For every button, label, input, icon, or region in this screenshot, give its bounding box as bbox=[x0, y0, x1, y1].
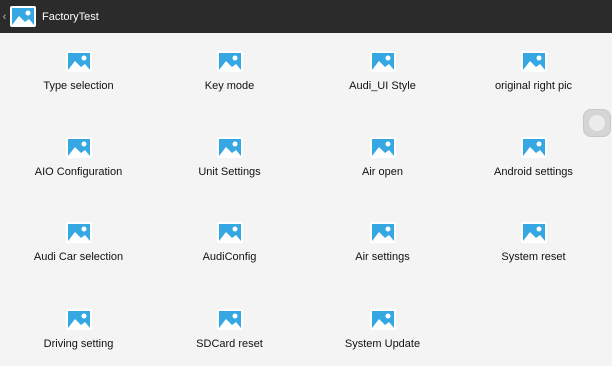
menu-item-driving-setting[interactable]: Driving setting bbox=[2, 309, 155, 350]
image-placeholder-icon bbox=[369, 309, 396, 330]
page-title: FactoryTest bbox=[42, 10, 99, 23]
menu-grid: Type selection Key mode Audi_UI Style or… bbox=[0, 33, 612, 366]
title-bar: ‹ FactoryTest bbox=[0, 0, 612, 33]
menu-item-system-update[interactable]: System Update bbox=[306, 309, 459, 350]
menu-item-label: System Update bbox=[344, 338, 421, 350]
menu-item-audi-ui-style[interactable]: Audi_UI Style bbox=[306, 51, 459, 92]
menu-item-label: SDCard reset bbox=[196, 338, 263, 350]
floating-assistive-touch-button[interactable] bbox=[583, 109, 611, 137]
menu-item-system-reset[interactable]: System reset bbox=[457, 222, 610, 263]
menu-item-audi-car-selection[interactable]: Audi Car selection bbox=[2, 222, 155, 263]
menu-item-label: Air settings bbox=[355, 251, 410, 263]
menu-item-original-right-pic[interactable]: original right pic bbox=[457, 51, 610, 92]
image-placeholder-icon bbox=[10, 6, 36, 27]
image-placeholder-icon bbox=[216, 222, 243, 243]
menu-item-unit-settings[interactable]: Unit Settings bbox=[153, 137, 306, 178]
menu-item-key-mode[interactable]: Key mode bbox=[153, 51, 306, 92]
menu-item-label: AudiConfig bbox=[202, 251, 257, 263]
back-chevron-icon[interactable]: ‹ bbox=[0, 0, 9, 33]
menu-item-android-settings[interactable]: Android settings bbox=[457, 137, 610, 178]
image-placeholder-icon bbox=[369, 222, 396, 243]
image-placeholder-icon bbox=[520, 222, 547, 243]
menu-item-label: Air open bbox=[362, 166, 403, 178]
image-placeholder-icon bbox=[369, 51, 396, 72]
image-placeholder-icon bbox=[65, 51, 92, 72]
image-placeholder-icon bbox=[216, 137, 243, 158]
menu-item-audiconfig[interactable]: AudiConfig bbox=[153, 222, 306, 263]
menu-item-label: original right pic bbox=[494, 80, 573, 92]
image-placeholder-icon bbox=[65, 309, 92, 330]
image-placeholder-icon bbox=[65, 137, 92, 158]
image-placeholder-icon bbox=[520, 51, 547, 72]
menu-item-label: Audi_UI Style bbox=[349, 80, 416, 92]
image-placeholder-icon bbox=[216, 51, 243, 72]
menu-item-air-settings[interactable]: Air settings bbox=[306, 222, 459, 263]
image-placeholder-icon bbox=[520, 137, 547, 158]
menu-item-label: Unit Settings bbox=[198, 166, 261, 178]
menu-item-label: AIO Configuration bbox=[34, 166, 123, 178]
image-placeholder-icon bbox=[65, 222, 92, 243]
menu-item-label: Key mode bbox=[204, 80, 255, 92]
menu-item-air-open[interactable]: Air open bbox=[306, 137, 459, 178]
menu-item-label: Type selection bbox=[43, 80, 114, 92]
image-placeholder-icon bbox=[216, 309, 243, 330]
menu-item-aio-configuration[interactable]: AIO Configuration bbox=[2, 137, 155, 178]
image-placeholder-icon bbox=[369, 137, 396, 158]
menu-item-label: Android settings bbox=[494, 166, 573, 178]
menu-item-label: Audi Car selection bbox=[33, 251, 124, 263]
menu-item-type-selection[interactable]: Type selection bbox=[2, 51, 155, 92]
menu-item-label: System reset bbox=[501, 251, 566, 263]
menu-item-label: Driving setting bbox=[43, 338, 114, 350]
menu-item-sdcard-reset[interactable]: SDCard reset bbox=[153, 309, 306, 350]
